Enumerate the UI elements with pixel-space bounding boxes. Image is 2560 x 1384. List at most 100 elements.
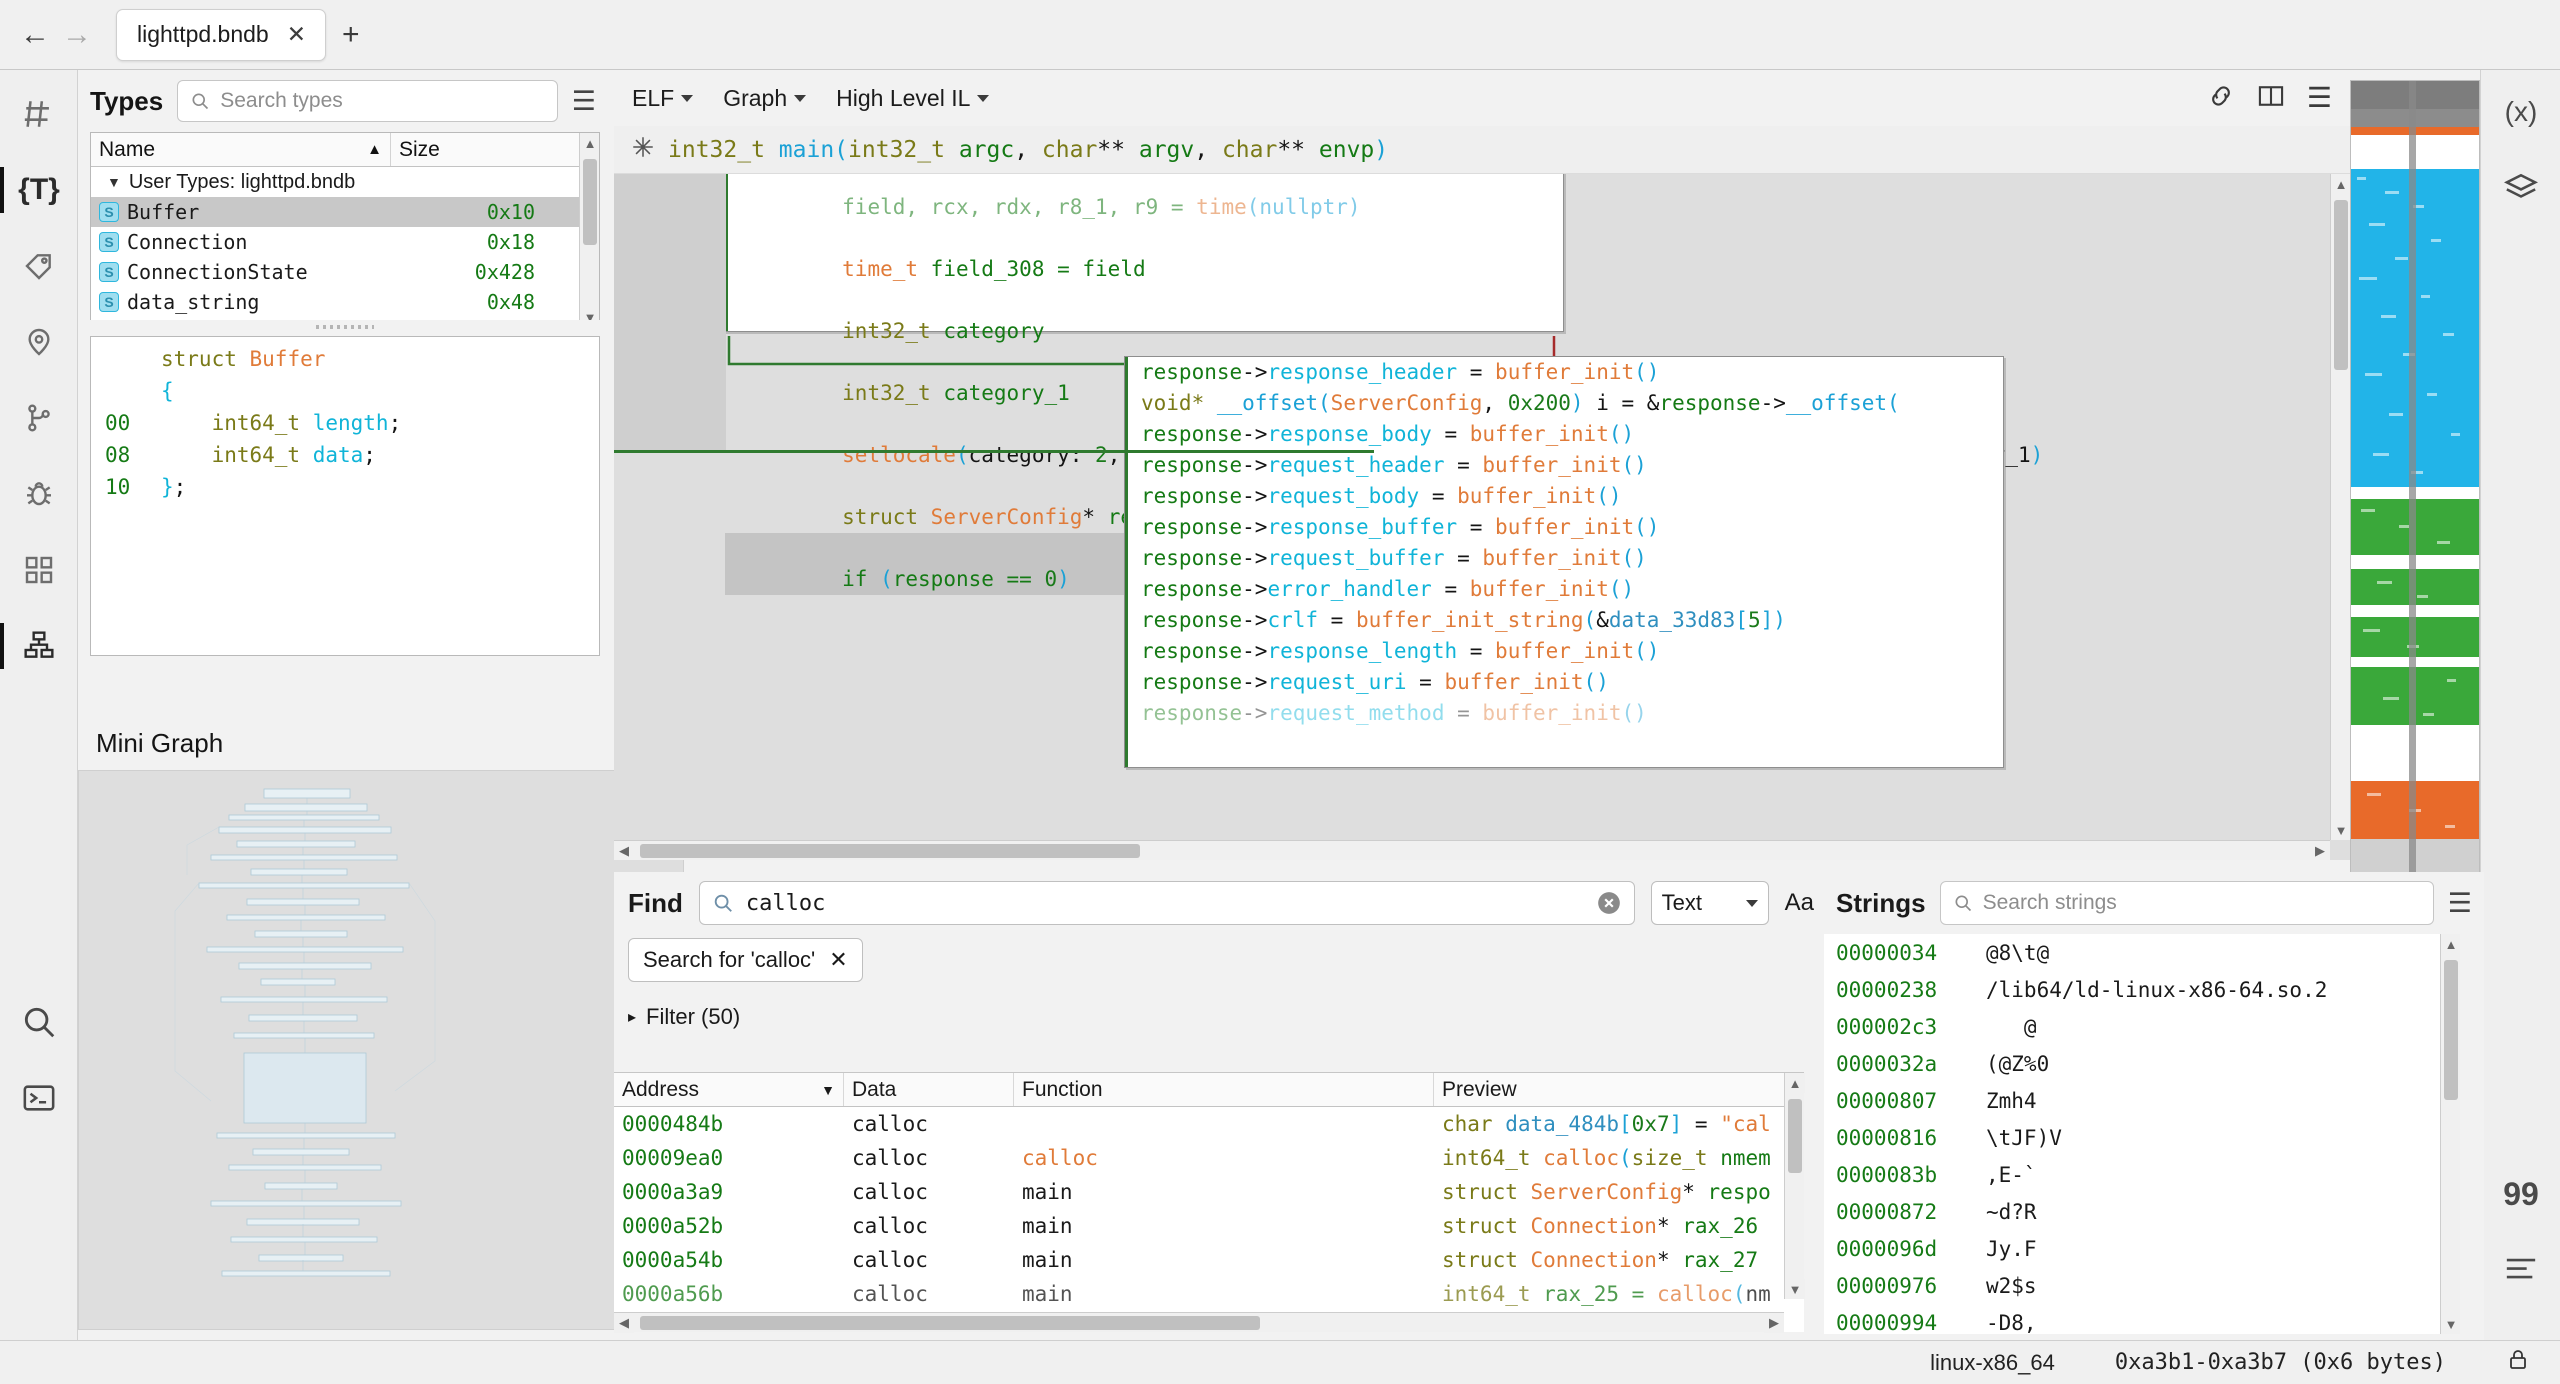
list-item[interactable]: 0000032a (@Z%0 <box>1824 1045 2460 1082</box>
list-item[interactable]: 00000807 Zmh4 <box>1824 1082 2460 1119</box>
type-row-buffer[interactable]: S Buffer 0x10 <box>91 197 599 227</box>
search-types-input[interactable]: Search types <box>177 80 558 122</box>
list-item[interactable]: 00000034 @8\t@ <box>1824 934 2460 971</box>
debugger-bug-icon[interactable] <box>0 456 78 532</box>
code-line[interactable]: field, rcx, rdx, r8_1, r9 = time(nullptr… <box>725 174 1563 223</box>
components-icon[interactable] <box>0 532 78 608</box>
find-search-input[interactable]: calloc <box>698 881 1635 925</box>
list-item[interactable]: 0000083b ,E-` <box>1824 1156 2460 1193</box>
scroll-up-button[interactable]: ▲ <box>1785 1073 1805 1093</box>
close-icon[interactable]: ✕ <box>829 947 847 973</box>
filter-row[interactable]: ▸ Filter (50) <box>614 1004 1824 1030</box>
strings-options-menu[interactable]: ☰ <box>2448 889 2472 917</box>
location-pin-icon[interactable] <box>0 304 78 380</box>
branch-icon[interactable] <box>0 380 78 456</box>
code-line[interactable]: response->request_method = buffer_init() <box>1125 698 2003 729</box>
scroll-down-button[interactable]: ▼ <box>2331 820 2350 840</box>
scroll-left-button[interactable]: ◀ <box>614 841 634 860</box>
terminal-icon[interactable] <box>0 1060 78 1136</box>
table-row[interactable]: 00009ea0 calloc calloc int64_t calloc(si… <box>614 1141 1804 1175</box>
struct-definition-view[interactable]: struct Buffer { 00 int64_t length; 08 in… <box>90 336 600 656</box>
code-line[interactable]: void* __offset(ServerConfig, 0x200) i = … <box>1125 388 2003 419</box>
scroll-up-button[interactable]: ▲ <box>580 133 599 153</box>
code-line[interactable]: response->request_header = buffer_init() <box>1125 450 2003 481</box>
code-line[interactable]: response->response_header = buffer_init(… <box>1125 357 2003 388</box>
column-header-preview[interactable]: Preview <box>1434 1073 1804 1106</box>
column-header-name[interactable]: Name ▲ <box>91 133 391 166</box>
find-results-table[interactable]: Address ▼ Data Function Preview 0000484b… <box>614 1072 1805 1333</box>
search-strings-input[interactable]: Search strings <box>1939 881 2434 925</box>
code-line[interactable]: response->error_handler = buffer_init() <box>1125 574 2003 605</box>
view-type-selector[interactable]: ELF <box>632 85 694 112</box>
code-line[interactable]: response->request_body = buffer_init() <box>1125 481 2003 512</box>
types-group-row[interactable]: ▼ User Types: lighttpd.bndb <box>91 167 599 197</box>
results-horizontal-scrollbar[interactable]: ◀ ▶ <box>614 1312 1784 1333</box>
column-header-address[interactable]: Address ▼ <box>614 1073 844 1106</box>
basic-block-entry[interactable]: field, rcx, rdx, r8_1, r9 = time(nullptr… <box>724 174 2043 595</box>
tag-icon[interactable] <box>0 228 78 304</box>
il-level-selector[interactable]: High Level IL <box>836 85 990 112</box>
list-item[interactable]: 00000872 ~d?R <box>1824 1193 2460 1230</box>
close-icon[interactable]: ✕ <box>287 21 306 48</box>
back-button[interactable]: ← <box>14 14 56 56</box>
log-list-icon[interactable] <box>2481 1232 2560 1308</box>
code-line[interactable]: response->response_buffer = buffer_init(… <box>1125 512 2003 543</box>
list-item[interactable]: 0000096d Jy.F <box>1824 1230 2460 1267</box>
code-line[interactable]: response->request_buffer = buffer_init() <box>1125 543 2003 574</box>
list-item[interactable]: 00000976 w2$s <box>1824 1267 2460 1304</box>
split-pane-icon[interactable] <box>2257 82 2285 115</box>
graph-view[interactable]: field, rcx, rdx, r8_1, r9 = time(nullptr… <box>614 174 2350 860</box>
strings-list[interactable]: 00000034 @8\t@ 00000238/lib64/ld-linux-x8… <box>1824 934 2460 1334</box>
match-case-toggle[interactable]: Aa <box>1785 889 1814 917</box>
type-row-connection[interactable]: S Connection 0x18 <box>91 227 599 257</box>
types-options-menu[interactable]: ☰ <box>572 87 596 115</box>
binary-overview-strip[interactable] <box>2350 80 2480 880</box>
list-item[interactable]: 00000238/lib64/ld-linux-x86-64.so.2 <box>1824 971 2460 1008</box>
variables-icon[interactable]: (x) <box>2481 74 2560 150</box>
code-line[interactable]: time_t field_308 = field <box>725 223 1563 285</box>
chevron-right-icon[interactable]: ▸ <box>628 1007 636 1027</box>
list-item[interactable]: 00000994 -D8, <box>1824 1304 2460 1335</box>
column-header-data[interactable]: Data <box>844 1073 1014 1106</box>
clear-input-icon[interactable] <box>1596 890 1622 916</box>
scroll-right-button[interactable]: ▶ <box>1764 1313 1784 1333</box>
view-mode-selector[interactable]: Graph <box>723 85 807 112</box>
basic-block-body[interactable]: response->response_header = buffer_init(… <box>1124 356 2004 768</box>
list-item[interactable]: 00000816 \tJF)V <box>1824 1119 2460 1156</box>
layers-icon[interactable] <box>2481 150 2560 226</box>
table-row[interactable]: 0000a52b calloc main struct Connection* … <box>614 1209 1804 1243</box>
link-icon[interactable] <box>2207 82 2235 115</box>
chevron-down-icon[interactable]: ▼ <box>107 174 121 190</box>
options-menu-icon[interactable]: ☰ <box>2307 84 2332 112</box>
type-row-connectionstate[interactable]: S ConnectionState 0x428 <box>91 257 599 287</box>
find-mode-selector[interactable]: Text <box>1650 881 1769 925</box>
scroll-up-button[interactable]: ▲ <box>2441 934 2460 954</box>
graph-horizontal-scrollbar[interactable]: ◀ ▶ <box>614 840 2330 860</box>
code-line[interactable]: response->response_length = buffer_init(… <box>1125 636 2003 667</box>
scroll-down-button[interactable]: ▼ <box>1785 1279 1805 1299</box>
strings-vertical-scrollbar[interactable]: ▲ ▼ <box>2440 934 2460 1334</box>
new-tab-button[interactable]: + <box>342 18 360 52</box>
table-row[interactable]: 0000a3a9 calloc main struct ServerConfig… <box>614 1175 1804 1209</box>
scroll-right-button[interactable]: ▶ <box>2310 841 2330 860</box>
hash-icon[interactable] <box>0 76 78 152</box>
code-line[interactable]: int32_t category <box>725 285 1563 347</box>
table-row[interactable]: 0000a56b calloc main int64_t rax_25 = ca… <box>614 1277 1804 1311</box>
table-row[interactable]: 0000484b calloc char data_484b[0x7] = "c… <box>614 1107 1804 1141</box>
results-vertical-scrollbar[interactable]: ▲ ▼ <box>1784 1073 1805 1299</box>
types-icon[interactable]: {T} <box>0 152 78 228</box>
scroll-left-button[interactable]: ◀ <box>614 1313 634 1333</box>
function-header[interactable]: int32_t main(int32_t argc, char** argv, … <box>614 126 2350 174</box>
scroll-up-button[interactable]: ▲ <box>2331 174 2350 194</box>
panel-splitter[interactable] <box>90 320 600 334</box>
search-icon[interactable] <box>0 984 78 1060</box>
table-row[interactable]: 0000a54b calloc main struct Connection* … <box>614 1243 1804 1277</box>
code-line[interactable]: response->response_body = buffer_init() <box>1125 419 2003 450</box>
column-header-size[interactable]: Size <box>391 133 551 166</box>
mini-graph-view[interactable] <box>78 770 684 1330</box>
code-line[interactable]: response->request_uri = buffer_init() <box>1125 667 2003 698</box>
structure-tree-icon[interactable] <box>0 608 78 684</box>
list-item[interactable]: 000002c3 @ <box>1824 1008 2460 1045</box>
graph-vertical-scrollbar[interactable]: ▲ ▼ <box>2330 174 2350 840</box>
forward-button[interactable]: → <box>56 14 98 56</box>
